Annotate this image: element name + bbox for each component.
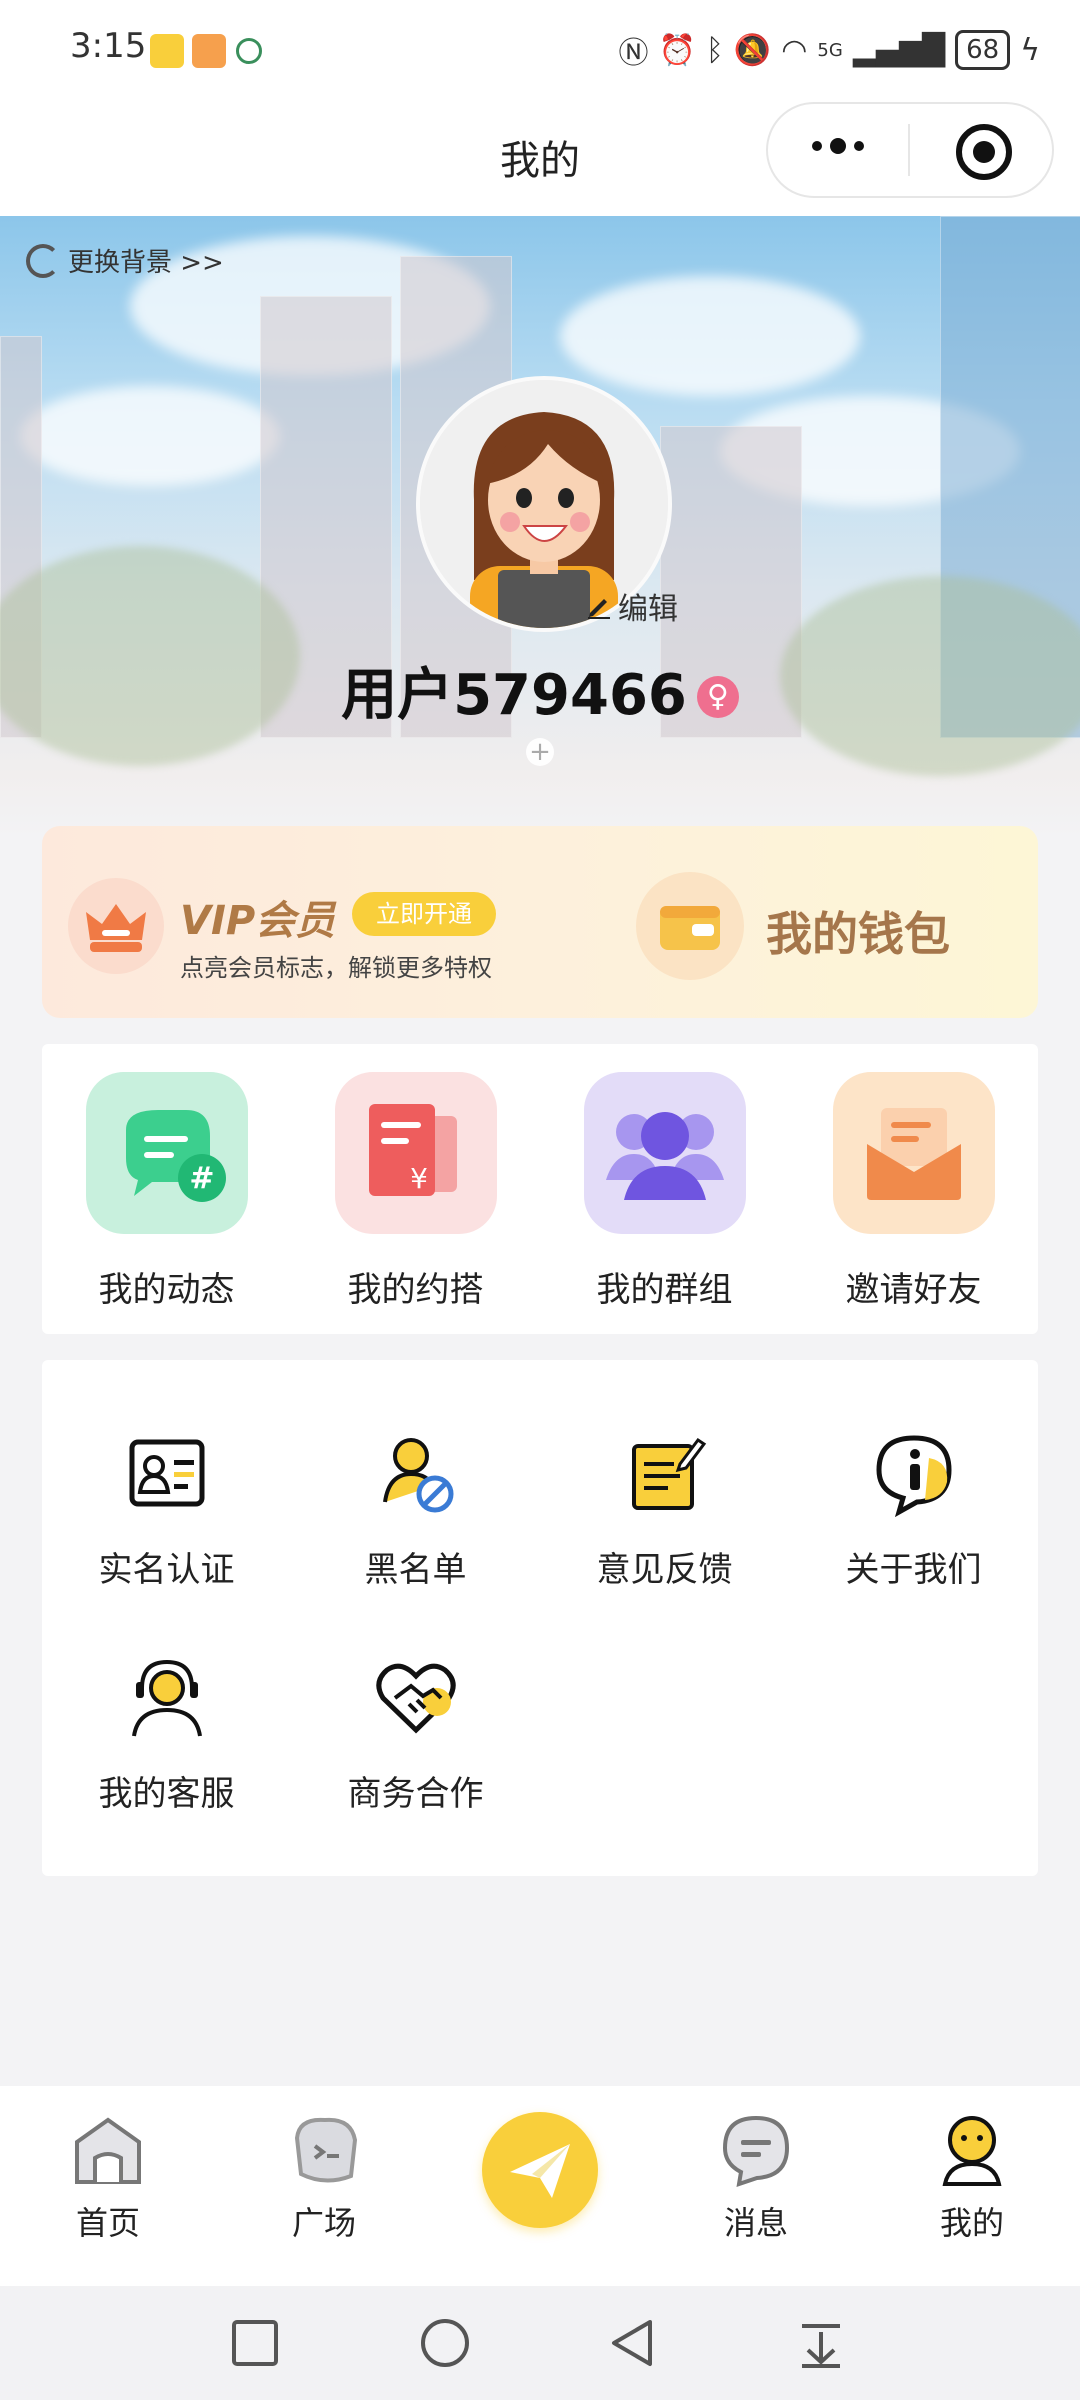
tab-messages[interactable]: 消息: [686, 2110, 826, 2244]
page-header: 我的: [0, 100, 1080, 216]
paper-plane-icon: [510, 2144, 570, 2198]
change-background-link[interactable]: 更换背景 >>: [26, 242, 224, 279]
wallet-entry[interactable]: [636, 872, 744, 980]
mine-icon: [933, 2110, 1011, 2188]
refresh-icon: [26, 243, 60, 278]
tool-customer-service[interactable]: 我的客服: [42, 1652, 291, 1815]
post-send-button[interactable]: [482, 2112, 598, 2228]
nfc-icon: Ⓝ: [618, 36, 649, 71]
vip-entry[interactable]: [68, 878, 164, 974]
wifi-icon: ◠: [781, 32, 808, 68]
customer-service-icon: [122, 1652, 212, 1742]
status-bar: 3:15 Ⓝ ⏰ ᛒ 🔕 ◠ 5G ▂▄▆█ 68 ϟ: [0, 0, 1080, 100]
video-app-icon: [192, 34, 226, 68]
home-icon: [69, 2110, 147, 2188]
edit-label: 编辑: [618, 592, 678, 627]
status-icons: Ⓝ ⏰ ᛒ 🔕 ◠ 5G ▂▄▆█ 68 ϟ: [618, 28, 1040, 72]
bluetooth-icon: ᛒ: [705, 32, 724, 68]
more-options-icon[interactable]: [812, 138, 864, 154]
username: 用户579466 ♀: [0, 650, 1080, 731]
tab-label: 我的: [939, 2204, 1004, 2242]
tool-blacklist[interactable]: 黑名单: [291, 1428, 540, 1591]
handshake-heart-icon: [371, 1652, 461, 1742]
status-time: 3:15: [70, 26, 147, 66]
id-card-icon: [122, 1428, 212, 1518]
wallet-icon: [660, 906, 720, 950]
bottom-tab-bar: 首页 广场 消息 我的: [0, 2086, 1080, 2286]
crown-icon: [86, 904, 146, 952]
signal-icon: ▂▄▆█: [852, 32, 946, 68]
tool-business-cooperation[interactable]: 商务合作: [291, 1652, 540, 1815]
tool-label: 黑名单: [364, 1550, 467, 1590]
mobile-app-icon: [236, 38, 262, 64]
change-background-label: 更换背景 >>: [68, 248, 224, 278]
quick-action-label: 我的群组: [596, 1270, 733, 1310]
tab-home[interactable]: 首页: [38, 2110, 178, 2244]
capsule-divider: [908, 124, 910, 176]
vip-wallet-card: VIP会员 立即开通 点亮会员标志，解锁更多特权 我的钱包: [42, 826, 1038, 1018]
quick-action-label: 邀请好友: [845, 1270, 982, 1310]
battery-indicator: 68: [955, 30, 1011, 70]
svg-text:¥: ¥: [410, 1162, 428, 1195]
alarm-icon: ⏰: [658, 32, 696, 68]
tool-label: 意见反馈: [596, 1550, 733, 1590]
quick-action-label: 我的约搭: [347, 1270, 484, 1310]
tool-feedback[interactable]: 意见反馈: [540, 1428, 789, 1591]
vip-subtitle: 点亮会员标志，解锁更多特权: [180, 954, 492, 982]
group-icon: [583, 1072, 746, 1234]
square-icon: [285, 2110, 363, 2188]
message-icon: [717, 2110, 795, 2188]
quick-action-my-meetups[interactable]: ¥ 我的约搭: [291, 1072, 540, 1311]
tools-panel: 实名认证 黑名单 意见反馈 关于我们 我的客服 商务合作: [42, 1360, 1038, 1876]
add-tag-icon[interactable]: +: [526, 738, 554, 766]
tab-square[interactable]: 广场: [254, 2110, 394, 2244]
edit-profile-button[interactable]: 编辑: [586, 584, 678, 628]
svg-text:#: #: [189, 1161, 214, 1196]
invite-envelope-icon: [832, 1072, 995, 1234]
tab-mine[interactable]: 我的: [902, 2110, 1042, 2244]
quick-action-invite-friends[interactable]: 邀请好友: [789, 1072, 1038, 1311]
info-bubble-icon: [869, 1428, 959, 1518]
close-miniprogram-icon[interactable]: [956, 124, 1012, 180]
tab-label: 消息: [723, 2204, 788, 2242]
mini-program-capsule: [766, 102, 1054, 198]
pencil-icon: [588, 599, 610, 619]
blocked-user-icon: [371, 1428, 461, 1518]
notification-pull-icon[interactable]: [794, 2316, 848, 2370]
tool-label: 我的客服: [98, 1774, 235, 1814]
meituan-app-icon: [150, 34, 184, 68]
quick-action-my-groups[interactable]: 我的群组: [540, 1072, 789, 1311]
vip-title: VIP会员: [180, 898, 336, 944]
receipt-icon: ¥: [334, 1072, 497, 1234]
recent-apps-icon[interactable]: [228, 2316, 282, 2370]
profile-hero-background: 更换背景 >> 编辑 用户579466 ♀ +: [0, 216, 1080, 836]
tool-label: 实名认证: [98, 1550, 235, 1590]
feedback-note-icon: [620, 1428, 710, 1518]
tool-label: 关于我们: [845, 1550, 982, 1590]
quick-action-label: 我的动态: [98, 1270, 235, 1310]
mute-icon: 🔕: [733, 32, 772, 68]
female-icon: ♀: [696, 676, 739, 718]
tab-label: 广场: [291, 2204, 356, 2242]
tool-real-name-verification[interactable]: 实名认证: [42, 1428, 291, 1591]
home-nav-icon[interactable]: [418, 2316, 472, 2370]
system-navigation-bar: [0, 2286, 1080, 2400]
open-vip-button[interactable]: 立即开通: [352, 892, 496, 936]
username-text: 用户579466: [341, 663, 687, 728]
tab-label: 首页: [75, 2204, 140, 2242]
wallet-label[interactable]: 我的钱包: [766, 898, 950, 964]
chat-hashtag-icon: #: [85, 1072, 248, 1234]
signal-type-label: 5G: [817, 39, 843, 61]
back-icon[interactable]: [606, 2316, 660, 2370]
tool-label: 商务合作: [347, 1774, 484, 1814]
charging-icon: ϟ: [1020, 32, 1040, 68]
quick-action-my-posts[interactable]: # 我的动态: [42, 1072, 291, 1311]
quick-actions-panel: # 我的动态 ¥ 我的约搭 我的群组 邀请好友: [42, 1044, 1038, 1334]
tool-about-us[interactable]: 关于我们: [789, 1428, 1038, 1591]
